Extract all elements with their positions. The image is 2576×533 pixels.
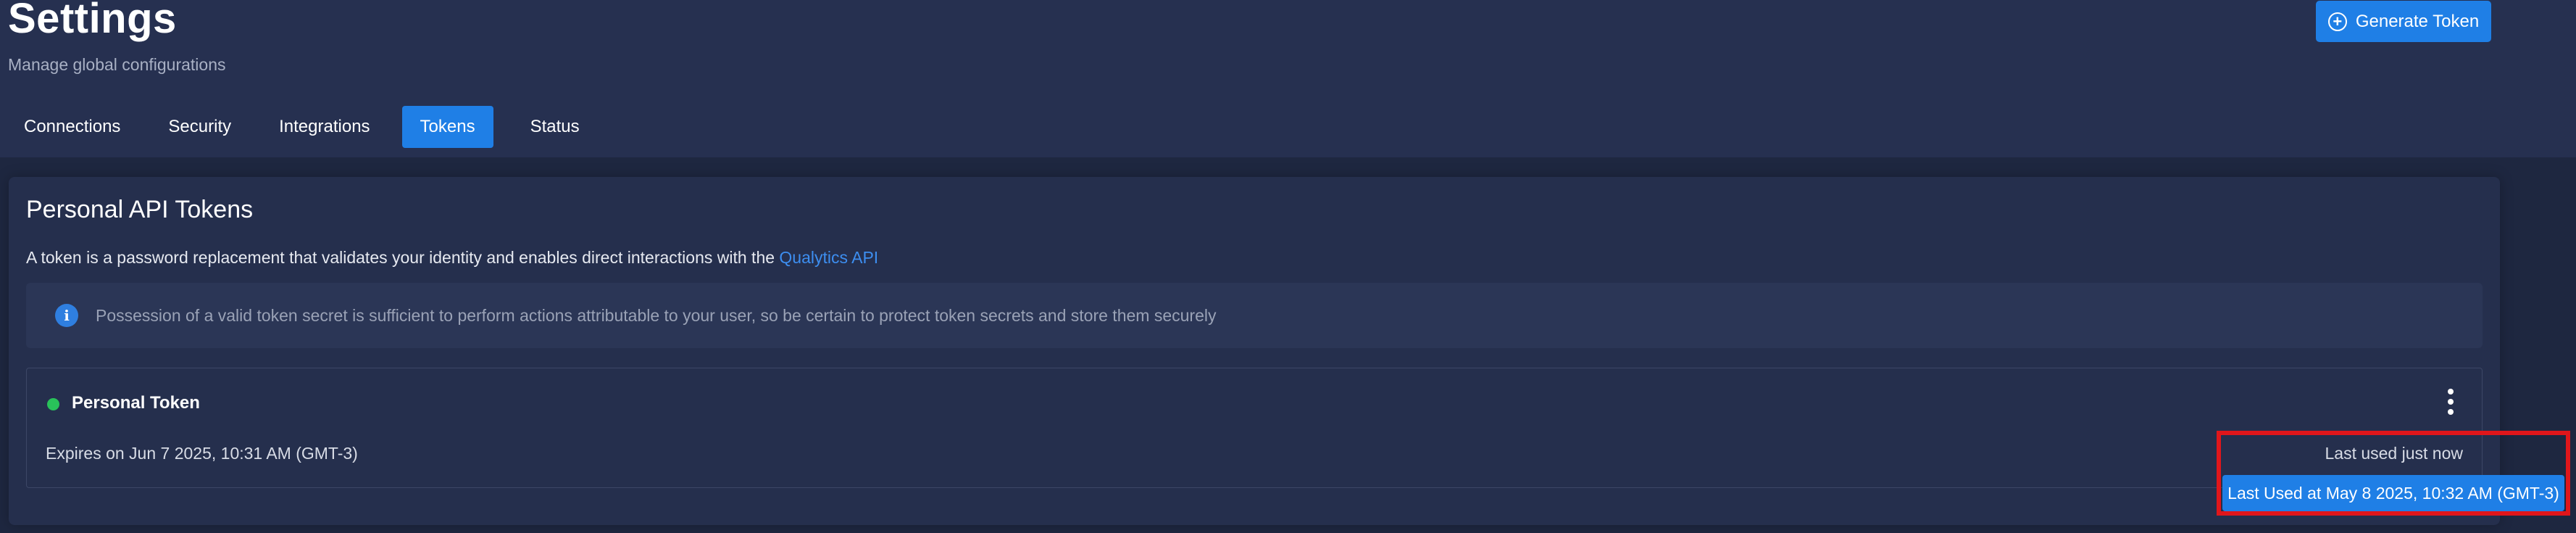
generate-token-label: Generate Token (2355, 11, 2480, 31)
info-icon: i (55, 304, 78, 327)
more-options-icon[interactable] (2447, 389, 2454, 415)
highlight-box (2217, 431, 2570, 516)
description-text: A token is a password replacement that v… (26, 248, 780, 267)
token-expiration: Expires on Jun 7 2025, 10:31 AM (GMT-3) (46, 444, 358, 463)
section-description: A token is a password replacement that v… (26, 248, 878, 268)
tab-status[interactable]: Status (507, 106, 604, 148)
tokens-card: Personal API Tokens A token is a passwor… (9, 177, 2500, 525)
tab-integrations[interactable]: Integrations (255, 106, 393, 148)
section-title: Personal API Tokens (26, 196, 254, 223)
tab-security[interactable]: Security (144, 106, 255, 148)
info-alert: i Possession of a valid token secret is … (26, 283, 2483, 348)
settings-tabs: Connections Security Integrations Tokens… (0, 106, 604, 148)
status-dot (47, 398, 59, 410)
tab-tokens[interactable]: Tokens (401, 106, 493, 148)
page-title: Settings (8, 0, 177, 42)
qualytics-api-link[interactable]: Qualytics API (779, 248, 878, 267)
tab-connections[interactable]: Connections (0, 106, 144, 148)
plus-circle-icon: + (2327, 12, 2347, 31)
generate-token-button[interactable]: + Generate Token (2316, 1, 2491, 42)
page-header: Settings Manage global configurations + … (0, 0, 2576, 157)
page-subtitle: Manage global configurations (8, 55, 226, 74)
info-alert-text: Possession of a valid token secret is su… (96, 305, 1217, 325)
token-item: Personal Token Expires on Jun 7 2025, 10… (26, 368, 2483, 488)
token-name: Personal Token (72, 393, 200, 413)
